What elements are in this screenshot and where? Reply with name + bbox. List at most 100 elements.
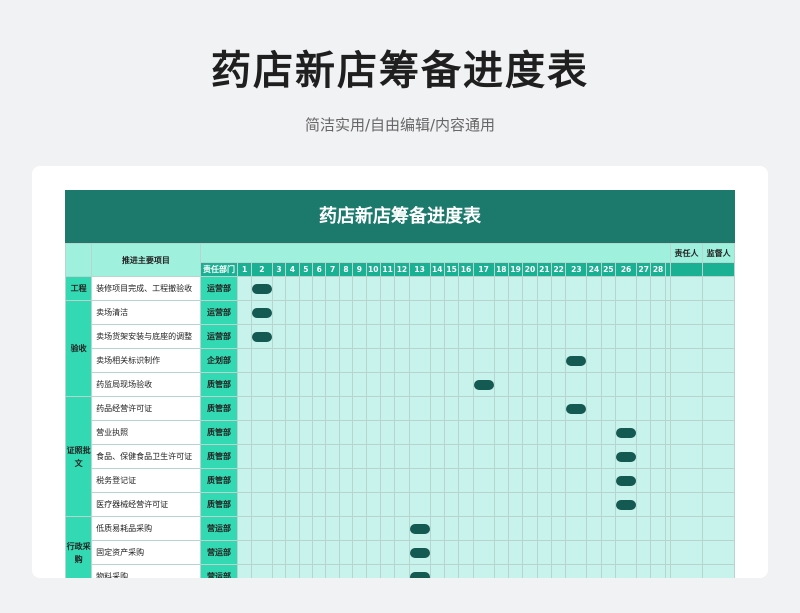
day-cell[interactable] xyxy=(458,324,474,349)
owner-cell[interactable] xyxy=(669,372,704,397)
day-cell[interactable] xyxy=(408,540,431,565)
day-cell[interactable] xyxy=(600,300,617,325)
day-cell[interactable] xyxy=(600,492,617,517)
day-cell[interactable] xyxy=(650,444,666,469)
day-cell[interactable] xyxy=(298,468,314,493)
supervisor-cell[interactable] xyxy=(702,276,735,301)
day-cell[interactable] xyxy=(650,372,666,397)
day-cell[interactable] xyxy=(379,420,396,445)
day-cell[interactable] xyxy=(522,564,538,578)
day-cell[interactable] xyxy=(550,324,567,349)
supervisor-cell[interactable] xyxy=(702,420,735,445)
day-cell[interactable] xyxy=(443,276,460,301)
day-cell[interactable] xyxy=(311,420,327,445)
day-cell[interactable] xyxy=(536,420,553,445)
day-cell[interactable] xyxy=(394,468,410,493)
day-cell[interactable] xyxy=(298,444,314,469)
day-cell[interactable] xyxy=(271,348,287,373)
day-cell[interactable] xyxy=(536,444,553,469)
day-cell[interactable] xyxy=(600,444,617,469)
day-cell[interactable] xyxy=(472,468,495,493)
day-cell[interactable] xyxy=(429,396,445,421)
day-cell[interactable] xyxy=(429,372,445,397)
day-cell[interactable] xyxy=(237,324,252,349)
day-cell[interactable] xyxy=(565,324,588,349)
day-cell[interactable] xyxy=(636,348,652,373)
day-cell[interactable] xyxy=(285,516,300,541)
supervisor-cell[interactable] xyxy=(702,372,735,397)
day-cell[interactable] xyxy=(237,348,252,373)
owner-cell[interactable] xyxy=(669,300,704,325)
supervisor-cell[interactable] xyxy=(702,324,735,349)
day-cell[interactable] xyxy=(458,372,474,397)
day-cell[interactable] xyxy=(379,540,396,565)
day-cell[interactable] xyxy=(586,468,602,493)
day-cell[interactable] xyxy=(472,492,495,517)
supervisor-cell[interactable] xyxy=(702,468,735,493)
day-cell[interactable] xyxy=(615,300,638,325)
day-cell[interactable] xyxy=(550,420,567,445)
task-cell[interactable]: 固定资产采购 xyxy=(91,540,201,565)
day-cell[interactable] xyxy=(429,540,445,565)
supervisor-cell[interactable] xyxy=(702,396,735,421)
day-cell[interactable] xyxy=(636,276,652,301)
owner-cell[interactable] xyxy=(669,324,704,349)
day-cell[interactable] xyxy=(338,564,354,578)
owner-cell[interactable] xyxy=(669,468,704,493)
day-cell[interactable] xyxy=(600,372,617,397)
day-cell[interactable] xyxy=(550,492,567,517)
day-cell[interactable] xyxy=(443,516,460,541)
day-cell[interactable] xyxy=(237,468,252,493)
day-cell[interactable] xyxy=(394,372,410,397)
day-cell[interactable] xyxy=(408,372,431,397)
day-cell[interactable] xyxy=(285,468,300,493)
day-cell[interactable] xyxy=(522,276,538,301)
dept-cell[interactable]: 质管部 xyxy=(199,396,239,421)
day-cell[interactable] xyxy=(636,516,652,541)
day-cell[interactable] xyxy=(586,540,602,565)
dept-cell[interactable]: 运营部 xyxy=(199,324,239,349)
day-cell[interactable] xyxy=(472,372,495,397)
day-cell[interactable] xyxy=(408,444,431,469)
day-cell[interactable] xyxy=(429,444,445,469)
day-cell[interactable] xyxy=(536,516,553,541)
day-cell[interactable] xyxy=(379,468,396,493)
day-cell[interactable] xyxy=(472,300,495,325)
dept-cell[interactable]: 营运部 xyxy=(199,564,239,578)
day-cell[interactable] xyxy=(472,420,495,445)
day-cell[interactable] xyxy=(285,540,300,565)
day-cell[interactable] xyxy=(338,468,354,493)
day-cell[interactable] xyxy=(507,468,524,493)
day-cell[interactable] xyxy=(298,492,314,517)
owner-cell[interactable] xyxy=(669,420,704,445)
day-cell[interactable] xyxy=(493,444,509,469)
day-cell[interactable] xyxy=(271,516,287,541)
day-cell[interactable] xyxy=(338,372,354,397)
day-cell[interactable] xyxy=(325,324,340,349)
day-cell[interactable] xyxy=(600,420,617,445)
day-cell[interactable] xyxy=(522,420,538,445)
day-cell[interactable] xyxy=(458,348,474,373)
task-cell[interactable]: 药监局现场验收 xyxy=(91,372,201,397)
day-cell[interactable] xyxy=(408,396,431,421)
day-cell[interactable] xyxy=(458,540,474,565)
day-cell[interactable] xyxy=(429,492,445,517)
day-cell[interactable] xyxy=(408,420,431,445)
day-cell[interactable] xyxy=(615,324,638,349)
day-cell[interactable] xyxy=(352,540,367,565)
day-cell[interactable] xyxy=(237,300,252,325)
day-cell[interactable] xyxy=(325,348,340,373)
day-cell[interactable] xyxy=(271,420,287,445)
day-cell[interactable] xyxy=(586,372,602,397)
day-cell[interactable] xyxy=(394,492,410,517)
day-cell[interactable] xyxy=(271,540,287,565)
day-cell[interactable] xyxy=(298,348,314,373)
day-cell[interactable] xyxy=(352,324,367,349)
day-cell[interactable] xyxy=(443,324,460,349)
day-cell[interactable] xyxy=(352,300,367,325)
day-cell[interactable] xyxy=(586,396,602,421)
day-cell[interactable] xyxy=(338,420,354,445)
day-cell[interactable] xyxy=(650,492,666,517)
day-cell[interactable] xyxy=(507,492,524,517)
day-cell[interactable] xyxy=(338,348,354,373)
